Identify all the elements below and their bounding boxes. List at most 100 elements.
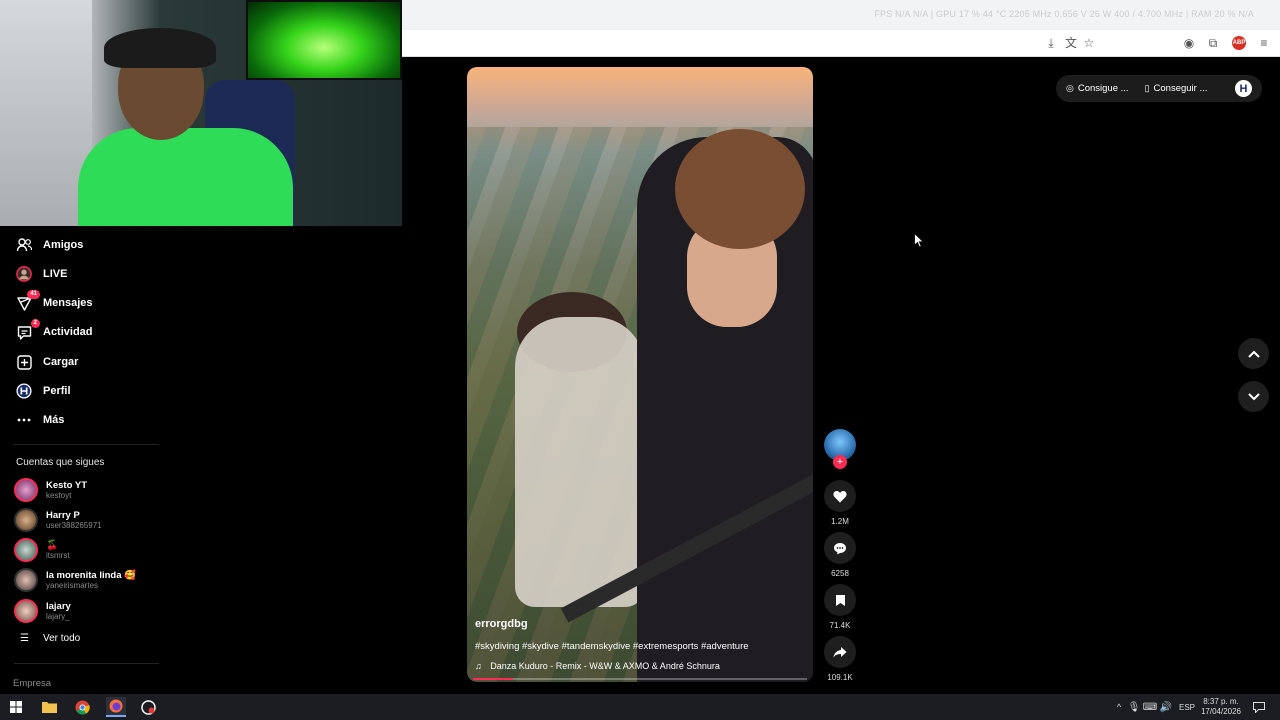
clock-date: 17/04/2026 [1200,707,1242,716]
screen: FPS N/A N/A | GPU 17 % 44 °C 2205 MHz 0.… [0,0,1280,720]
chevron-up-icon [1247,350,1260,358]
comment-action[interactable]: 6258 [824,532,856,578]
like-count: 1.2M [831,517,849,526]
following-account[interactable]: la morenita linda 🥰 yaneirismartes [14,568,136,592]
avatar [14,568,38,592]
adblock-extension-icon[interactable]: ABP [1232,36,1246,50]
list-icon: ☰ [20,633,29,644]
profile-icon [16,383,32,399]
following-account[interactable]: lajary lajary_ [14,599,71,623]
account-name: la morenita linda 🥰 [46,569,136,581]
following-account[interactable]: 🍒 itsmrst [14,538,70,562]
share-button[interactable] [824,636,856,668]
coin-icon: ◎ [1066,83,1074,93]
comment-count: 6258 [831,569,849,578]
account-handle: yaneirismartes [46,580,99,590]
sidebar-item-activity[interactable]: 2 Actividad [16,319,93,343]
company-link[interactable]: Empresa [13,678,51,689]
bookmark-icon [835,594,845,606]
account-handle: itsmrst [46,550,70,560]
upload-icon [16,354,32,370]
performance-overlay-text: FPS N/A N/A | GPU 17 % 44 °C 2205 MHz 0.… [874,9,1254,19]
clock-time: 8:37 p. m. [1203,697,1239,706]
next-video-button[interactable] [1238,381,1269,412]
sidebar-item-label: Mensajes [43,297,93,309]
avatar [14,538,38,562]
phone-icon: ▯ [1144,83,1150,93]
top-right-actions: ◎ Consigue ... ▯ Conseguir ... H [1056,75,1262,102]
account-name: 🍒 [46,539,58,551]
get-app-label: Conseguir ... [1153,83,1208,94]
comment-button[interactable] [824,532,856,564]
sidebar-item-upload[interactable]: Cargar [16,351,78,373]
extensions-icon[interactable]: ⧉ [1206,36,1220,50]
music-title: Danza Kuduro - Remix - W&W & AXMO & Andr… [490,661,720,671]
follow-plus-icon[interactable]: + [833,455,847,469]
obs-recorder-icon[interactable] [139,698,157,716]
get-coins-label: Consigue ... [1077,83,1129,94]
sidebar-item-label: Actividad [43,326,93,338]
bookmark-star-icon[interactable]: ☆ [1082,36,1096,50]
video-author[interactable]: errorgdbg [475,618,528,630]
chrome-icon[interactable] [73,698,91,716]
save-count: 71.4K [829,621,851,630]
windows-start-icon[interactable] [7,698,25,716]
account-icon[interactable]: ◉ [1182,36,1196,50]
messages-icon: 41 [16,290,40,311]
sidebar-item-profile[interactable]: Perfil [16,380,71,402]
webcam-person-cap [104,28,216,68]
avatar [14,599,38,623]
mouse-cursor-icon [914,233,924,248]
like-action[interactable]: 1.2M [824,480,856,526]
friends-icon [16,237,32,253]
clock[interactable]: 8:37 p. m. 17/04/2026 [1196,697,1246,717]
video-scene-woman [515,317,645,607]
account-name: lajary [46,600,71,612]
share-count: 109.1K [827,673,853,682]
account-handle: user388265971 [46,520,102,530]
following-section-title: Cuentas que sigues [16,457,105,468]
video-player[interactable]: errorgdbg #skydiving #skydive #tandemsky… [467,67,813,682]
sidebar-item-friends[interactable]: Amigos [16,234,83,256]
see-all-link[interactable]: ☰ Ver todo [20,633,80,644]
sidebar-item-live[interactable]: LIVE [16,263,67,285]
install-app-icon[interactable]: ⤓ [1044,36,1058,50]
get-app-button[interactable]: ▯ Conseguir ... [1145,83,1208,94]
account-name: Kesto YT [46,479,88,491]
volume-icon[interactable]: 🔊 [1157,698,1175,716]
avatar [14,508,38,532]
notifications-icon[interactable] [1250,698,1268,716]
video-scene-man-hair [675,129,805,249]
following-account[interactable]: Kesto YT kestoyt [14,478,87,502]
taskbar: ^ 🎙 ⌨ 🔊 ESP 8:37 p. m. 17/04/2026 [0,694,1280,720]
like-button[interactable] [824,480,856,512]
video-progress-bar[interactable] [473,678,807,680]
activity-icon: 2 [16,319,40,340]
live-icon [16,266,32,282]
more-icon [16,412,32,428]
account-handle: lajary_ [46,611,70,621]
share-action[interactable]: 109.1K [824,636,856,682]
sidebar-item-more[interactable]: Más [16,409,64,431]
chevron-down-icon [1247,392,1260,400]
browser-toolbar: ⤓ 文 ☆ ◉ ⧉ ABP ≡ [402,30,1280,57]
creator-avatar-button[interactable]: + [824,429,856,469]
user-avatar[interactable]: H [1235,80,1252,97]
music-note-icon: ♫ [475,661,482,671]
webcam-background-monitor [246,0,402,80]
file-explorer-icon[interactable] [40,698,58,716]
video-description: #skydiving #skydive #tandemskydive #extr… [475,641,749,652]
menu-icon[interactable]: ≡ [1257,36,1271,50]
save-button[interactable] [824,584,856,616]
get-coins-button[interactable]: ◎ Consigue ... [1066,83,1129,94]
video-music[interactable]: ♫ Danza Kuduro - Remix - W&W & AXMO & An… [475,661,720,671]
sidebar-item-label: Cargar [43,356,79,368]
sidebar-item-messages[interactable]: 41 Mensajes [16,290,93,314]
language-indicator[interactable]: ESP [1176,698,1198,716]
translate-icon[interactable]: 文 [1064,36,1078,50]
see-all-label: Ver todo [42,633,81,644]
previous-video-button[interactable] [1238,338,1269,369]
following-account[interactable]: Harry P user388265971 [14,508,102,532]
save-action[interactable]: 71.4K [824,584,856,630]
firefox-icon[interactable] [106,697,126,717]
